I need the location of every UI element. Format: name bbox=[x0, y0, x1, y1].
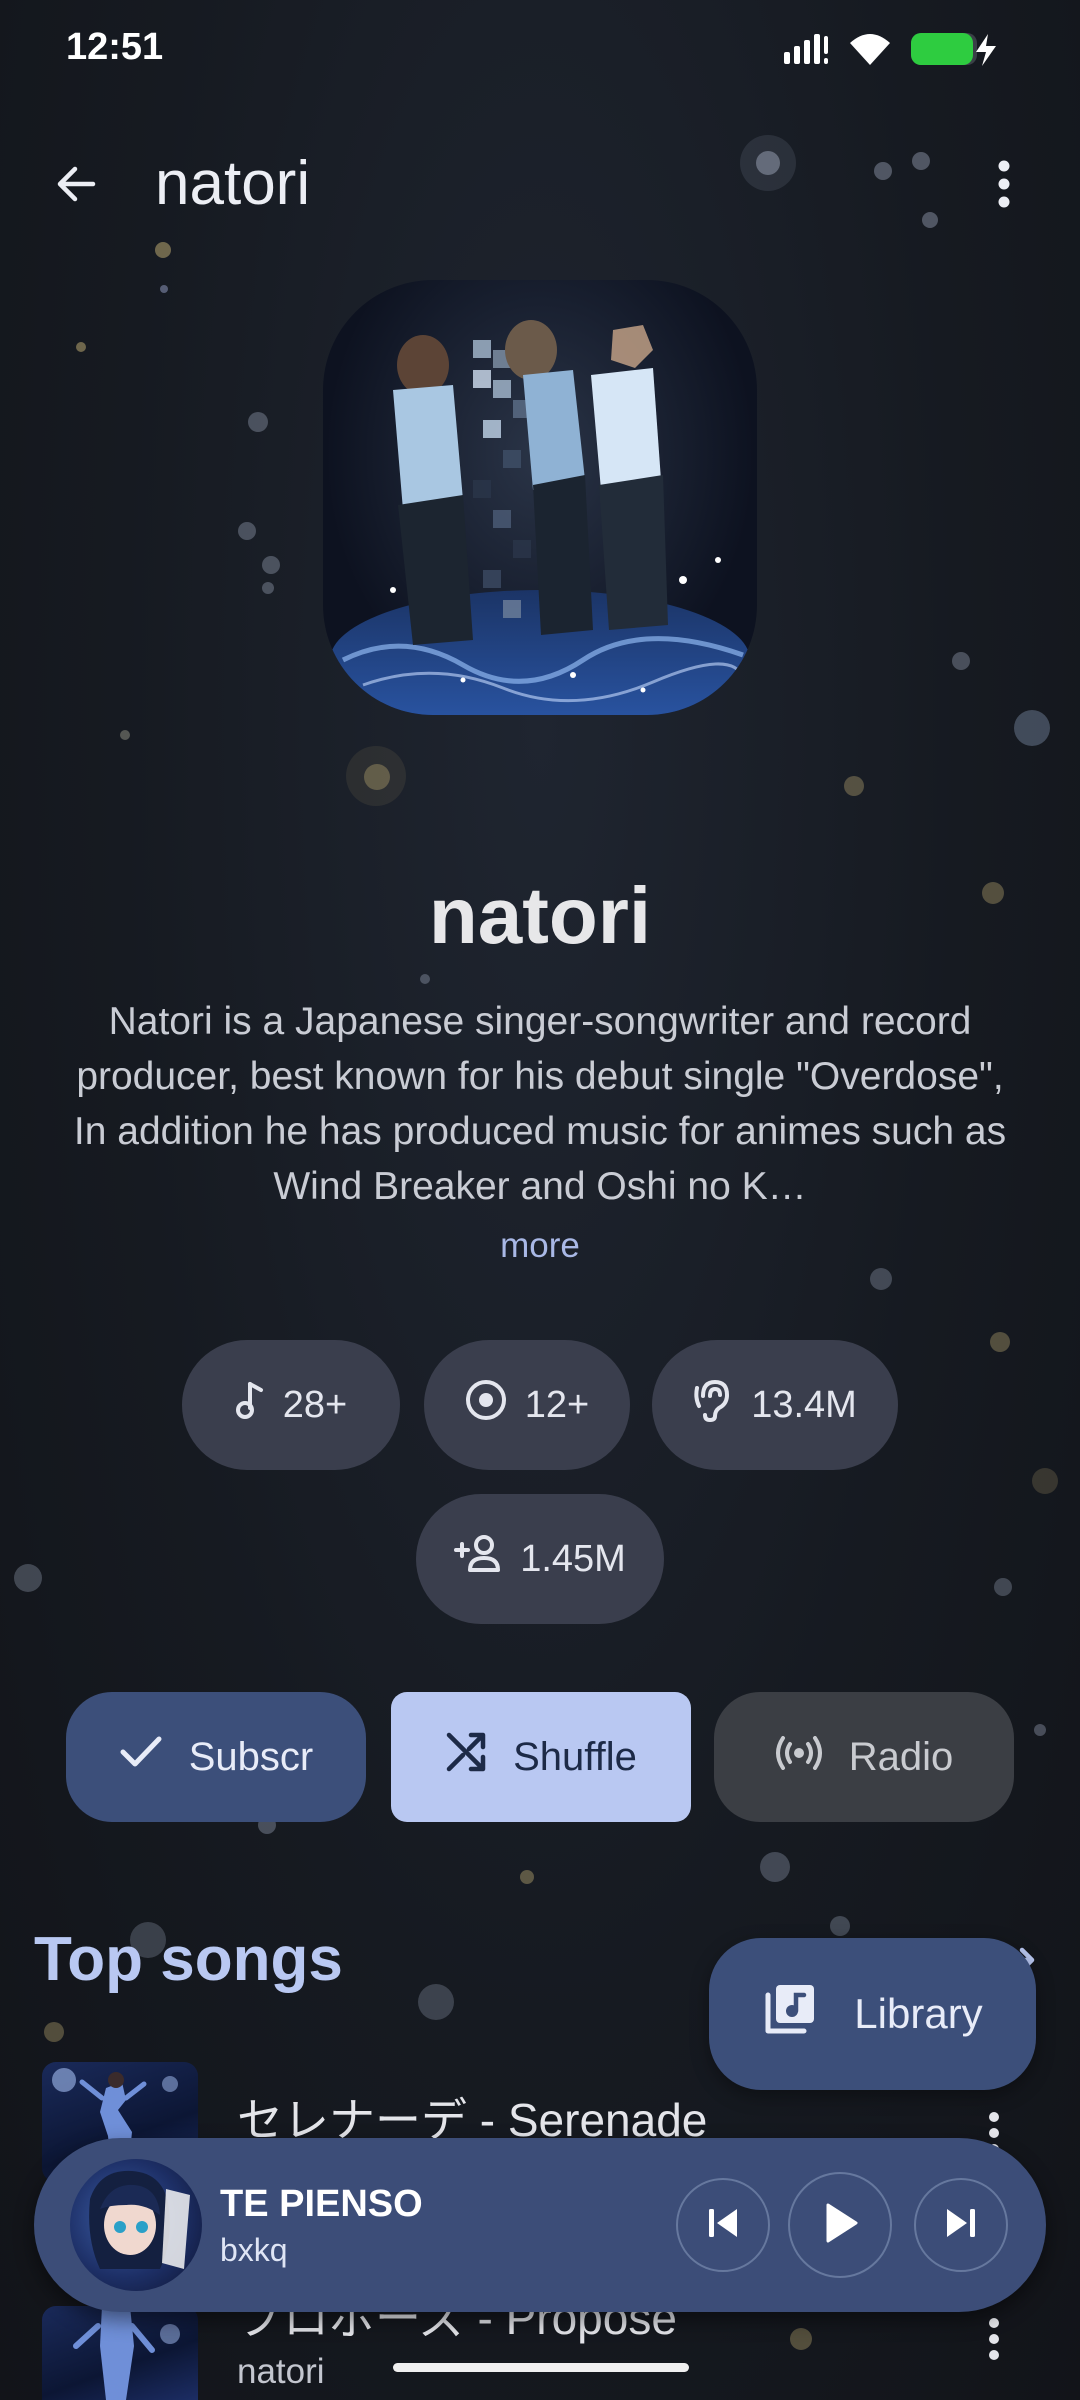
more-vert-icon bbox=[997, 159, 1011, 214]
ear-icon bbox=[693, 1378, 733, 1432]
arrow-left-icon bbox=[53, 161, 99, 212]
previous-button[interactable] bbox=[676, 2178, 770, 2272]
song-more-button[interactable] bbox=[974, 2306, 1014, 2376]
artist-name: natori bbox=[428, 871, 652, 960]
status-icons bbox=[782, 30, 1000, 73]
radio-label: Radio bbox=[848, 1734, 954, 1779]
subscribe-button[interactable]: Subscr bbox=[66, 1692, 366, 1822]
home-indicator[interactable] bbox=[393, 2363, 689, 2372]
more-options-button[interactable] bbox=[968, 150, 1040, 222]
subscribers-count-chip[interactable]: 1.45M bbox=[416, 1494, 664, 1624]
shuffle-button[interactable]: Shuffle bbox=[391, 1692, 691, 1822]
songs-count-chip[interactable]: 28+ bbox=[182, 1340, 400, 1470]
disc-icon bbox=[465, 1379, 507, 1431]
status-time: 12:51 bbox=[66, 26, 164, 68]
shuffle-icon bbox=[445, 1731, 487, 1783]
albums-count: 12+ bbox=[524, 1383, 590, 1426]
song-artist: natori bbox=[237, 2352, 325, 2391]
library-button[interactable]: Library bbox=[709, 1938, 1036, 2090]
listens-count: 13.4M bbox=[751, 1383, 857, 1426]
library-label: Library bbox=[854, 1990, 983, 2037]
radio-button[interactable]: Radio bbox=[714, 1692, 1014, 1822]
artist-description: Natori is a Japanese singer-songwriter a… bbox=[73, 1000, 1007, 1208]
song-thumbnail bbox=[42, 2306, 198, 2400]
albums-count-chip[interactable]: 12+ bbox=[424, 1340, 630, 1470]
songs-count: 28+ bbox=[282, 1383, 348, 1426]
subscribe-label: Subscr bbox=[188, 1734, 314, 1779]
wifi-icon bbox=[848, 31, 892, 72]
play-icon bbox=[820, 2201, 860, 2250]
artist-artwork bbox=[323, 280, 757, 715]
check-icon bbox=[119, 1734, 163, 1780]
subscribers-count: 1.45M bbox=[520, 1537, 626, 1580]
now-playing-title: TE PIENSO bbox=[220, 2183, 423, 2225]
next-button[interactable] bbox=[914, 2178, 1008, 2272]
library-music-icon bbox=[762, 1981, 818, 2047]
page-title: natori bbox=[155, 149, 311, 218]
signal-icon bbox=[782, 32, 830, 71]
top-songs-heading: Top songs bbox=[34, 1925, 343, 1994]
back-button[interactable] bbox=[40, 150, 112, 222]
person-add-icon bbox=[454, 1534, 502, 1584]
listens-count-chip[interactable]: 13.4M bbox=[652, 1340, 898, 1470]
skip-previous-icon bbox=[705, 2205, 741, 2246]
skip-next-icon bbox=[943, 2205, 979, 2246]
battery-icon bbox=[910, 30, 1000, 73]
play-button[interactable] bbox=[788, 2172, 892, 2278]
more-link[interactable]: more bbox=[0, 1226, 1080, 1266]
now-playing-artwork bbox=[70, 2159, 202, 2291]
music-note-icon bbox=[235, 1380, 265, 1430]
shuffle-label: Shuffle bbox=[513, 1734, 637, 1779]
mini-player[interactable]: TE PIENSO bxkq bbox=[34, 2138, 1046, 2312]
more-vert-icon bbox=[988, 2317, 1000, 2366]
now-playing-artist: bxkq bbox=[220, 2232, 288, 2268]
radio-broadcast-icon bbox=[775, 1735, 823, 1780]
